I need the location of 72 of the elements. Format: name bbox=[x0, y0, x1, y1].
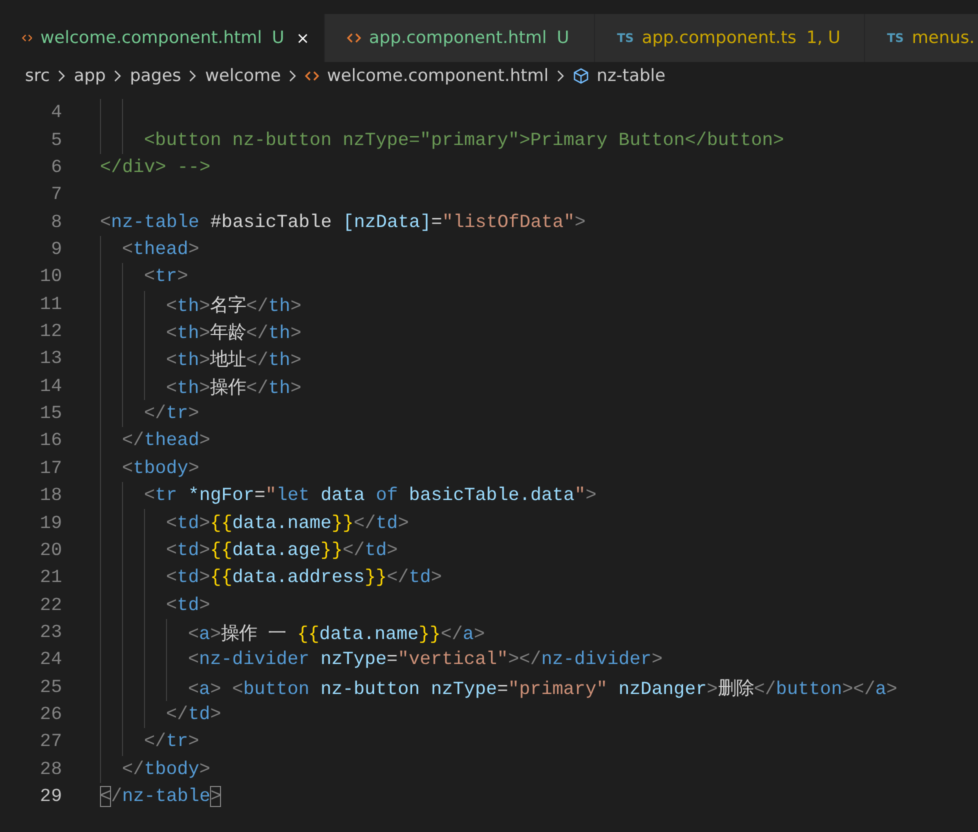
line-number: 14 bbox=[38, 376, 62, 397]
typescript-icon: TS bbox=[887, 31, 904, 45]
line-number: 7 bbox=[50, 184, 62, 206]
breadcrumb-item[interactable]: welcome.component.html bbox=[327, 66, 549, 86]
editor-tab[interactable]: TS app.component.ts 1, U bbox=[595, 14, 865, 62]
breadcrumb-item[interactable]: pages bbox=[130, 66, 182, 86]
cube-icon bbox=[572, 68, 589, 84]
line-number: 19 bbox=[38, 512, 62, 534]
chevron-right-icon bbox=[556, 70, 565, 82]
chevron-right-icon bbox=[58, 70, 66, 82]
editor-tab[interactable]: welcome.component.html U bbox=[0, 14, 325, 62]
code-line: <td>{{data.name}}</td> bbox=[166, 512, 409, 534]
line-number: 13 bbox=[38, 348, 62, 370]
code-line: </td> bbox=[166, 704, 222, 726]
line-number: 12 bbox=[38, 321, 62, 342]
code-line: <th>名字</th> bbox=[166, 294, 302, 317]
code-line: <td> bbox=[166, 594, 210, 616]
line-number: 27 bbox=[38, 731, 62, 752]
code-line: <th>年龄</th> bbox=[166, 322, 302, 344]
line-number: 4 bbox=[50, 102, 62, 124]
line-number: 22 bbox=[38, 594, 62, 616]
code-line: <nz-divider nzType="vertical"></nz-divider> bbox=[188, 649, 663, 670]
code-line: <button nz-button nzType="primary">Primary Button</button> bbox=[144, 130, 784, 151]
code-line: <th>地址</th> bbox=[166, 348, 302, 372]
editor-tab[interactable]: app.component.html U bbox=[325, 14, 595, 62]
code-line: </nz-table> bbox=[100, 786, 222, 808]
line-number: 15 bbox=[38, 403, 62, 424]
code-line: </tr> bbox=[144, 403, 200, 424]
breadcrumb-item[interactable]: src bbox=[25, 66, 50, 86]
close-icon[interactable] bbox=[298, 32, 308, 44]
line-number: 28 bbox=[38, 758, 62, 780]
code-line: <nz-table #basicTable [nzData]="listOfData"> bbox=[100, 212, 586, 233]
line-number: 6 bbox=[50, 156, 62, 178]
line-number: 24 bbox=[38, 649, 62, 670]
code-line: <a> <button nz-button nzType="primary" nzDanger>删除</button></a> bbox=[188, 678, 898, 700]
code-line: </tbody> bbox=[122, 758, 210, 780]
line-number: 26 bbox=[38, 704, 62, 726]
line-number: 16 bbox=[38, 430, 62, 452]
line-number: 23 bbox=[38, 622, 62, 643]
chevron-right-icon bbox=[289, 70, 298, 82]
line-number: 21 bbox=[38, 567, 62, 588]
typescript-icon: TS bbox=[617, 31, 634, 45]
code-line: <a>操作 一 {{data.name}}</a> bbox=[188, 623, 485, 645]
line-number: 29 bbox=[38, 786, 62, 808]
code-line: </thead> bbox=[122, 430, 210, 452]
code-brackets-icon bbox=[22, 33, 32, 43]
code-line: <td>{{data.address}}</td> bbox=[166, 567, 442, 588]
line-number: 20 bbox=[38, 540, 62, 561]
line-number: 18 bbox=[38, 485, 62, 506]
code-line: <tbody> bbox=[122, 458, 200, 479]
breadcrumb-item[interactable]: nz-table bbox=[596, 66, 666, 86]
breadcrumb-item[interactable]: welcome bbox=[205, 66, 282, 86]
code-line: <tr *ngFor="let data of basicTable.data"> bbox=[144, 485, 597, 506]
chevron-right-icon bbox=[114, 70, 122, 82]
code-line: </tr> bbox=[144, 731, 200, 752]
code-line: <thead> bbox=[122, 238, 200, 260]
line-number: 9 bbox=[50, 238, 62, 260]
code-brackets-icon bbox=[347, 33, 361, 43]
breadcrumb-item[interactable]: app bbox=[74, 66, 106, 86]
line-number: 10 bbox=[38, 266, 62, 288]
line-number: 11 bbox=[38, 294, 62, 315]
code-brackets-icon bbox=[305, 71, 320, 81]
code-line: </div> --> bbox=[100, 156, 210, 178]
code-line: <tr> bbox=[144, 266, 188, 288]
editor-tab[interactable]: TS menus. bbox=[865, 14, 978, 62]
chevron-right-icon bbox=[189, 70, 198, 82]
code-line: <td>{{data.age}}</td> bbox=[166, 540, 398, 561]
code-line: <th>操作</th> bbox=[166, 376, 302, 399]
line-number: 5 bbox=[50, 130, 62, 151]
line-number: 25 bbox=[38, 676, 62, 698]
line-number: 17 bbox=[38, 458, 62, 479]
line-number: 8 bbox=[50, 212, 62, 233]
